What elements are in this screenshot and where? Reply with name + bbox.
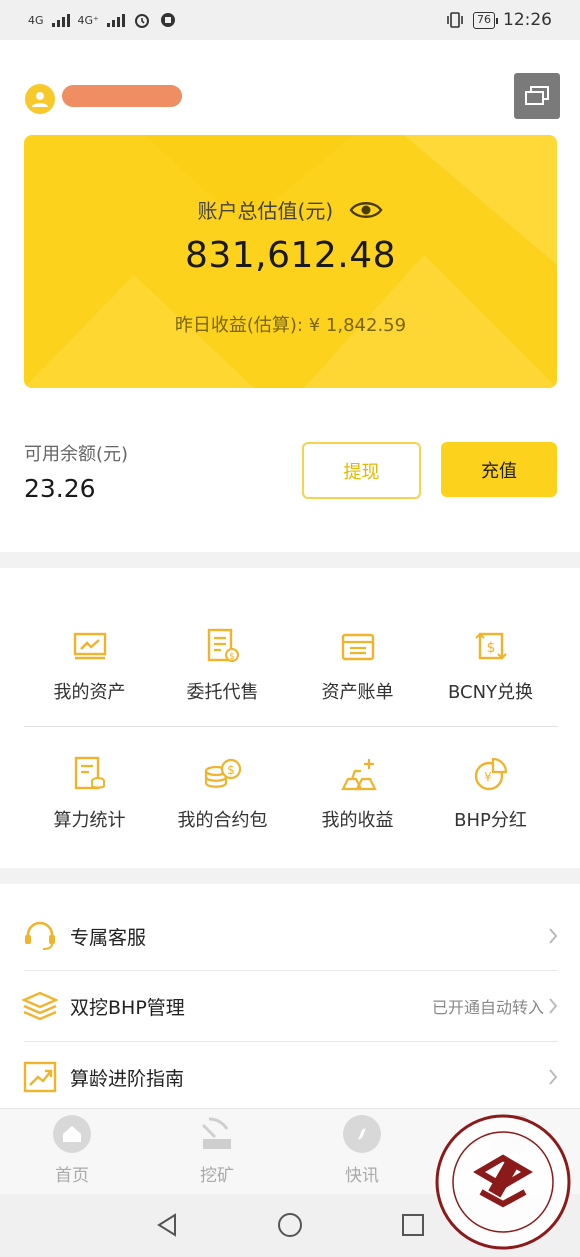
copy-windows-icon (525, 86, 549, 105)
headset-icon (22, 918, 58, 954)
list-item-customer-service[interactable]: 专属客服 (0, 901, 580, 971)
total-value-card: 账户总估值(元) 831,612.48 昨日收益(估算): ¥ 1,842.59 (24, 135, 557, 388)
svg-text:$: $ (229, 652, 235, 662)
asset-chart-icon (70, 626, 110, 666)
tab-news[interactable]: 快讯 (312, 1115, 412, 1186)
total-value: 831,612.48 (184, 235, 397, 276)
grid-divider (24, 726, 558, 727)
watermark-seal (433, 1112, 573, 1252)
watermark-logo (435, 1114, 571, 1250)
status-bar: 4G 4G⁺ 76 12:26 (0, 0, 580, 40)
earnings-blocks-icon (338, 754, 378, 794)
grid-item-bhp-dividend[interactable]: ¥ BHP分红 (423, 754, 558, 832)
grid-item-label: 我的收益 (321, 810, 394, 831)
home-icon (53, 1115, 91, 1153)
back-button[interactable] (152, 1210, 182, 1240)
feature-grid: 我的资产 $ 委托代售 资产账单 $ BCNY兑换 算力统计 $ 我的合约包 我… (0, 568, 580, 868)
settings-list: 专属客服 双挖BHP管理 已开通自动转入 算龄进阶指南 (0, 884, 580, 1108)
chevron-right-icon (549, 928, 558, 944)
tab-home[interactable]: 首页 (22, 1115, 122, 1186)
grid-item-label: BHP分红 (454, 810, 527, 831)
tab-label: 挖矿 (200, 1166, 234, 1186)
trend-chart-icon (22, 1059, 58, 1095)
total-value-label: 账户总估值(元) (197, 199, 334, 223)
tab-label: 首页 (55, 1166, 89, 1186)
recharge-button[interactable]: 充值 (441, 442, 557, 497)
list-item-label: 双挖BHP管理 (70, 996, 185, 1019)
network-label-1: 4G (28, 13, 44, 27)
withdraw-button[interactable]: 提现 (302, 442, 421, 499)
back-triangle-icon (157, 1213, 176, 1237)
list-item-dual-mining[interactable]: 双挖BHP管理 已开通自动转入 (0, 971, 580, 1041)
grid-item-label: 委托代售 (186, 682, 259, 703)
switch-account-button[interactable] (514, 73, 560, 119)
consign-document-icon: $ (203, 626, 243, 666)
bill-box-icon (338, 626, 378, 666)
hashrate-stats-icon (70, 754, 110, 794)
coins-icon: $ (203, 754, 243, 794)
layers-icon (22, 988, 58, 1024)
available-balance-label: 可用余额(元) (24, 444, 129, 465)
recents-button[interactable] (398, 1210, 428, 1240)
svg-text:¥: ¥ (484, 770, 492, 784)
user-icon (32, 92, 48, 107)
svg-text:$: $ (227, 763, 235, 777)
yesterday-earnings-label: 昨日收益(估算): (174, 315, 304, 336)
grid-item-label: BCNY兑换 (447, 682, 534, 703)
yesterday-earnings-value: ¥ 1,842.59 (308, 315, 407, 336)
eye-icon[interactable] (349, 199, 383, 221)
chevron-right-icon (549, 998, 558, 1014)
grid-item-bill[interactable]: 资产账单 (290, 626, 425, 704)
network-label-2: 4G⁺ (77, 13, 99, 27)
auto-transfer-status: 已开通自动转入 (431, 998, 544, 1017)
alarm-icon (134, 14, 149, 28)
svg-text:$: $ (486, 640, 495, 656)
signal-icon (51, 13, 70, 27)
avatar[interactable] (25, 84, 55, 114)
clock: 12:26 (503, 10, 552, 30)
yesterday-earnings: 昨日收益(估算): ¥ 1,842.59 (24, 311, 557, 337)
app-notification-icon (160, 13, 175, 27)
list-item-advancement-guide[interactable]: 算龄进阶指南 (0, 1042, 580, 1112)
available-balance-value: 23.26 (24, 474, 96, 503)
tab-mining[interactable]: 挖矿 (167, 1115, 267, 1186)
list-item-label: 算龄进阶指南 (70, 1067, 185, 1090)
grid-item-hashrate-stats[interactable]: 算力统计 (22, 754, 157, 832)
grid-item-bcny-exchange[interactable]: $ BCNY兑换 (423, 626, 558, 704)
dividend-pie-icon: ¥ (471, 754, 511, 794)
grid-item-consign[interactable]: $ 委托代售 (155, 626, 290, 704)
grid-item-contract-pack[interactable]: $ 我的合约包 (155, 754, 290, 832)
grid-item-my-earnings[interactable]: 我的收益 (290, 754, 425, 832)
grid-item-label: 算力统计 (53, 810, 126, 831)
battery-indicator: 76 (473, 11, 498, 29)
compass-icon (343, 1115, 381, 1153)
grid-item-label: 我的合约包 (177, 810, 268, 831)
chevron-right-icon (549, 1069, 558, 1085)
home-button[interactable] (275, 1210, 305, 1240)
home-circle-icon (278, 1213, 302, 1237)
tab-label: 快讯 (345, 1166, 379, 1186)
vibrate-icon (447, 12, 463, 28)
username (62, 85, 182, 107)
signal-icon-2 (106, 13, 125, 27)
grid-item-label: 资产账单 (321, 682, 394, 703)
exchange-dollar-icon: $ (471, 626, 511, 666)
grid-item-label: 我的资产 (53, 682, 126, 703)
mining-icon (198, 1115, 236, 1153)
list-item-label: 专属客服 (70, 926, 147, 949)
grid-item-my-assets[interactable]: 我的资产 (22, 626, 157, 704)
recents-square-icon (402, 1214, 424, 1236)
